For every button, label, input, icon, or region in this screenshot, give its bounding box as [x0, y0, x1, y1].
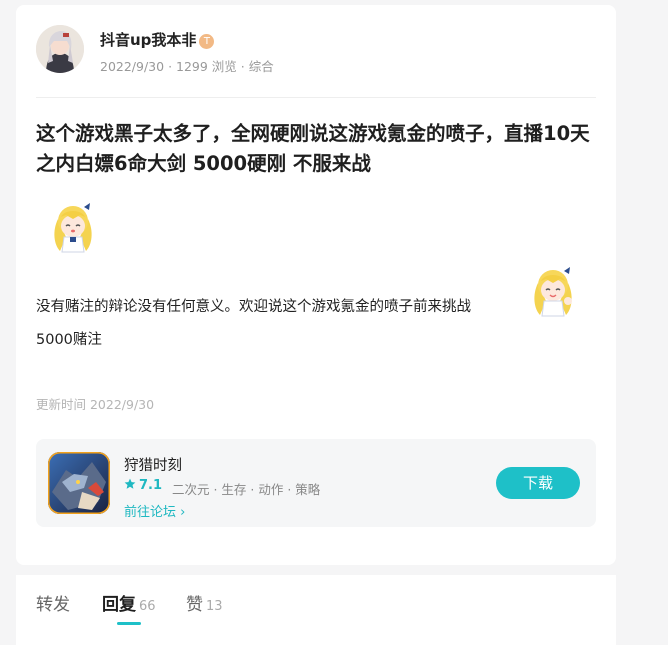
divider	[36, 97, 596, 98]
anime-girl-sticker-icon	[534, 267, 572, 317]
tab-label: 转发	[36, 595, 70, 615]
interaction-tabs: 转发 回复 66 赞 13	[16, 575, 616, 645]
view-count: 1299 浏览	[176, 59, 237, 74]
meta-separator: ·	[164, 59, 177, 74]
tab-count: 66	[139, 599, 156, 614]
body-line: 5000赌注	[36, 332, 102, 348]
game-name[interactable]: 狩猎时刻	[124, 454, 182, 475]
sticker-image	[524, 261, 582, 319]
level-badge-icon: T	[199, 34, 215, 49]
tab-likes[interactable]: 赞 13	[186, 590, 223, 615]
author-block: 抖音up我本非 T 2022/9/30 · 1299 浏览 · 综合	[36, 25, 596, 77]
post-date: 2022/9/30	[100, 59, 165, 74]
anime-girl-sticker-icon	[54, 203, 92, 253]
game-rating: 7.1	[124, 478, 162, 493]
author-name[interactable]: 抖音up我本非 T	[100, 29, 215, 50]
post-card: 抖音up我本非 T 2022/9/30 · 1299 浏览 · 综合 这个游戏黑子…	[16, 5, 616, 565]
rating-value: 7.1	[139, 478, 163, 493]
download-button[interactable]: 下载	[496, 467, 580, 499]
tab-repost[interactable]: 转发	[36, 590, 73, 615]
game-tags: 二次元 · 生存 · 动作 · 策略	[172, 482, 321, 497]
avatar-image	[36, 25, 84, 73]
meta-separator: ·	[236, 59, 249, 74]
sticker-image	[44, 197, 102, 255]
game-icon[interactable]	[48, 452, 110, 514]
game-art-icon	[48, 452, 110, 514]
star-icon	[124, 478, 136, 489]
post-category[interactable]: 综合	[249, 59, 274, 74]
post-title: 这个游戏黑子太多了，全网硬刚说这游戏氪金的喷子，直播10天之内白嫖6命大剑 50…	[36, 122, 590, 175]
tab-label: 回复	[102, 595, 136, 615]
game-card[interactable]: 狩猎时刻 7.1 二次元 · 生存 · 动作 · 策略 前往论坛 › 下载	[36, 439, 596, 527]
post-body: 没有赌注的辩论没有任何意义。欢迎说这个游戏氪金的喷子前来挑战 5000赌注	[36, 291, 536, 357]
tab-replies[interactable]: 回复 66	[102, 590, 156, 615]
avatar[interactable]	[36, 25, 84, 73]
forum-link[interactable]: 前往论坛 ›	[124, 501, 185, 520]
updated-time: 更新时间 2022/9/30	[36, 397, 155, 412]
author-name-text: 抖音up我本非	[100, 31, 197, 49]
tab-label: 赞	[186, 595, 203, 615]
body-line: 没有赌注的辩论没有任何意义。欢迎说这个游戏氪金的喷子前来挑战	[36, 299, 471, 315]
post-meta: 2022/9/30 · 1299 浏览 · 综合	[100, 56, 274, 75]
active-tab-indicator	[117, 622, 141, 625]
tab-count: 13	[206, 599, 223, 614]
